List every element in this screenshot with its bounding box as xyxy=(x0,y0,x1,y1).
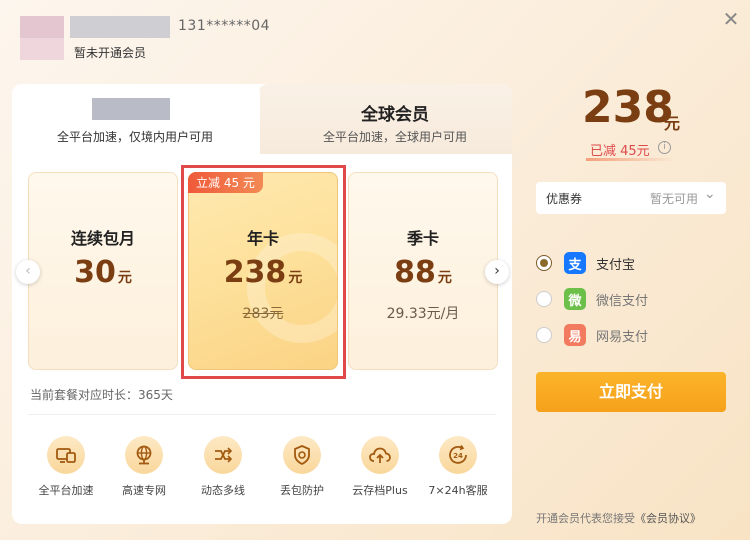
plan-price: 88 元 xyxy=(394,255,452,290)
globe-network-icon xyxy=(125,436,163,474)
payment-alipay[interactable]: 支 支付宝 xyxy=(536,251,716,275)
feature-label: 云存档Plus xyxy=(352,484,408,497)
info-icon[interactable]: i xyxy=(658,141,671,154)
feature-label: 动态多线 xyxy=(201,484,245,497)
tab-domestic-subtitle: 全平台加速，仅境内用户可用 xyxy=(56,130,213,144)
feature-all-platform: 全平台加速 xyxy=(26,436,106,498)
total-price: 238 xyxy=(582,82,674,133)
username-redacted xyxy=(70,16,170,38)
chevron-left-icon[interactable]: ‹ xyxy=(16,260,40,284)
plan-duration: 当前套餐对应时长：365天 xyxy=(30,388,173,402)
tab-global-title[interactable]: 全球会员 xyxy=(300,100,490,125)
plan-name: 季卡 xyxy=(406,229,439,248)
feature-multi-route: 动态多线 xyxy=(183,436,263,498)
total-price-unit: 元 xyxy=(664,114,681,133)
plan-price: 30 元 xyxy=(74,255,132,290)
tab-global-subtitle: 全平台加速，全球用户可用 xyxy=(322,130,467,144)
chevron-down-icon[interactable]: ⌄ xyxy=(704,186,716,202)
cloud-upload-icon xyxy=(361,436,399,474)
phone-number: 131******04 xyxy=(178,18,271,34)
feature-packet-loss: 丢包防护 xyxy=(262,436,342,498)
divider xyxy=(28,414,496,415)
plan-name: 连续包月 xyxy=(70,229,135,248)
alipay-icon: 支 xyxy=(564,252,586,274)
plan-card-quarterly[interactable]: 季卡 88 元 29.33元/月 xyxy=(348,172,498,370)
svg-text:24: 24 xyxy=(453,452,463,460)
radio-button[interactable] xyxy=(536,255,552,271)
radio-button[interactable] xyxy=(536,291,552,307)
agreement-link[interactable]: 《会员协议》 xyxy=(635,512,701,525)
payment-label: 微信支付 xyxy=(596,293,649,309)
devices-icon xyxy=(47,436,85,474)
discount-amount: 已减 45元 xyxy=(590,144,650,159)
pay-now-button[interactable]: 立即支付 xyxy=(536,372,726,412)
avatar-lower xyxy=(20,38,64,60)
radio-button[interactable] xyxy=(536,327,552,343)
payment-wechat[interactable]: 微 微信支付 xyxy=(536,287,716,311)
selection-highlight xyxy=(181,165,346,379)
payment-label: 网易支付 xyxy=(596,329,649,345)
chevron-right-icon[interactable]: › xyxy=(485,260,509,284)
member-status: 暂未开通会员 xyxy=(74,46,147,60)
payment-netease[interactable]: 易 网易支付 xyxy=(536,323,716,347)
payment-label: 支付宝 xyxy=(596,257,636,273)
shield-icon xyxy=(283,436,321,474)
feature-high-speed: 高速专网 xyxy=(104,436,184,498)
plan-card-monthly[interactable]: 连续包月 30 元 xyxy=(28,172,178,370)
feature-label: 全平台加速 xyxy=(38,484,94,497)
netease-pay-icon: 易 xyxy=(564,324,586,346)
24h-service-icon: 24 xyxy=(439,436,477,474)
monthly-price: 29.33元/月 xyxy=(386,306,460,322)
feature-label: 高速专网 xyxy=(122,484,166,497)
coupon-value: 暂无可用 xyxy=(650,192,699,206)
tab-domestic-title-redacted xyxy=(92,98,170,120)
coupon-label: 优惠券 xyxy=(546,192,583,206)
feature-cloud-save: 云存档Plus xyxy=(340,436,420,498)
agreement-text: 开通会员代表您接受《会员协议》 xyxy=(536,512,701,525)
multi-route-icon xyxy=(204,436,242,474)
feature-support: 24 7×24h客服 xyxy=(418,436,498,498)
avatar xyxy=(20,16,64,38)
feature-label: 丢包防护 xyxy=(280,484,324,497)
close-icon[interactable]: ✕ xyxy=(720,8,742,30)
wechat-pay-icon: 微 xyxy=(564,288,586,310)
feature-label: 7×24h客服 xyxy=(428,484,488,497)
